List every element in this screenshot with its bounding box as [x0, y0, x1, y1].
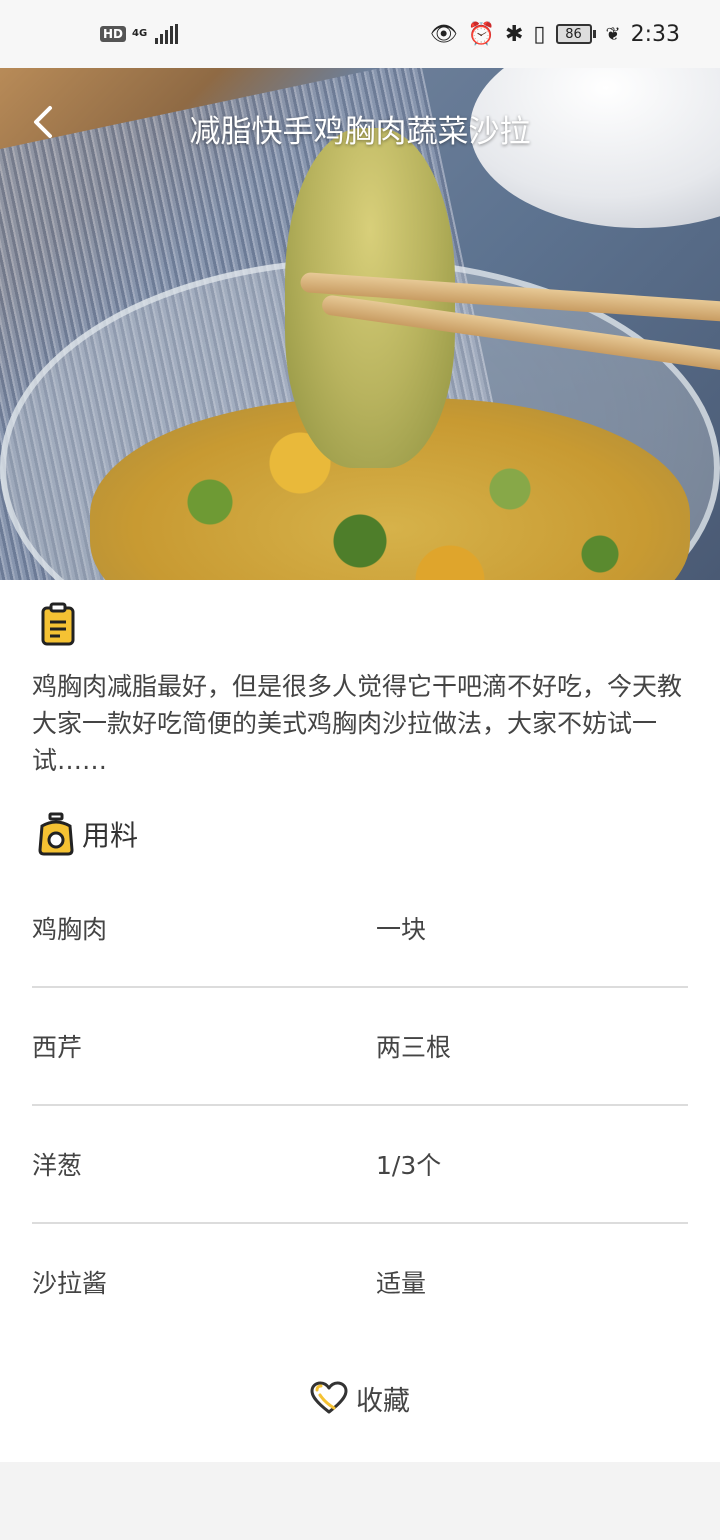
ingredient-amount: 1/3个 [376, 1151, 442, 1180]
ingredient-name: 鸡胸肉 [32, 915, 108, 944]
ingredient-amount: 两三根 [376, 1033, 452, 1062]
ingredient-list: 鸡胸肉 一块 西芹 两三根 洋葱 1/3个 沙拉酱 适量 [32, 870, 688, 1342]
status-left: HD 4G [100, 24, 179, 44]
bottom-spacer [0, 1462, 720, 1540]
vibrate-icon: ▯ [533, 21, 546, 47]
hd-badge: HD [100, 26, 127, 42]
status-bar: HD 4G 👁 ⏰ ✱ ▯ 86 ❦ 2:33 [0, 0, 720, 68]
scale-icon [38, 812, 74, 856]
ingredient-name: 沙拉酱 [32, 1269, 108, 1298]
recipe-content: 鸡胸肉减脂最好，但是很多人觉得它干吧滴不好吃，今天教大家一款好吃简便的美式鸡胸肉… [0, 580, 720, 1342]
signal-icon [155, 24, 179, 44]
clipboard-icon [41, 602, 75, 646]
battery-level: 86 [555, 24, 592, 44]
battery-icon: 86 [555, 24, 596, 44]
ingredients-header: 用料 [36, 812, 138, 856]
ingredient-name: 西芹 [32, 1033, 83, 1062]
alarm-icon: ⏰ [467, 21, 495, 47]
ingredient-row: 鸡胸肉 一块 [32, 870, 688, 988]
page-title: 减脂快手鸡胸肉蔬菜沙拉 [189, 114, 531, 150]
ingredients-title: 用料 [82, 819, 139, 852]
network-indicator: 4G [132, 29, 147, 39]
ingredient-name: 洋葱 [32, 1151, 83, 1180]
heart-icon [310, 1381, 348, 1414]
leaf-icon: ❦ [605, 23, 621, 45]
ingredient-row: 沙拉酱 适量 [32, 1224, 688, 1342]
favorite-label: 收藏 [356, 1385, 410, 1417]
ingredient-row: 西芹 两三根 [32, 988, 688, 1106]
recipe-description: 鸡胸肉减脂最好，但是很多人觉得它干吧滴不好吃，今天教大家一款好吃简便的美式鸡胸肉… [32, 672, 683, 775]
favorite-button[interactable]: 收藏 [0, 1334, 720, 1462]
ingredient-amount: 一块 [376, 915, 427, 944]
network-type: 4G [132, 28, 148, 39]
status-right: 👁 ⏰ ✱ ▯ 86 ❦ 2:33 [430, 22, 680, 47]
clock: 2:33 [630, 21, 680, 47]
ingredient-amount: 适量 [376, 1269, 427, 1298]
bluetooth-icon: ✱ [504, 21, 524, 47]
ingredient-row: 洋葱 1/3个 [32, 1106, 688, 1224]
eye-icon: 👁 [429, 21, 458, 47]
top-nav: 减脂快手鸡胸肉蔬菜沙拉 [0, 68, 720, 178]
